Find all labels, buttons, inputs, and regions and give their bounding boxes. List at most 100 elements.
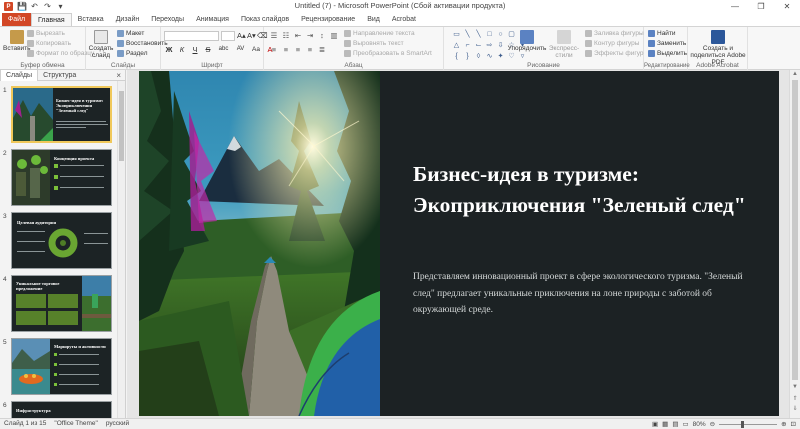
align-left-icon[interactable]: ≡: [270, 45, 278, 54]
text-direction-button[interactable]: Направление текста: [344, 29, 415, 38]
line-shape-icon[interactable]: ╲: [463, 30, 472, 39]
more-shapes-icon[interactable]: ▿: [518, 52, 527, 61]
elbow-shape-icon[interactable]: ⌙: [474, 41, 483, 50]
bullets-icon[interactable]: ☰: [270, 31, 278, 40]
font-size-input[interactable]: [221, 31, 235, 41]
tab-review[interactable]: Рецензирование: [295, 13, 361, 26]
tab-slides[interactable]: Слайды: [0, 69, 39, 81]
distribute-icon[interactable]: ≣: [318, 45, 326, 54]
close-button[interactable]: ✕: [774, 0, 800, 13]
format-painter-button[interactable]: Формат по образцу: [27, 49, 94, 58]
powerpoint-app-icon[interactable]: P: [4, 2, 13, 11]
layout-button[interactable]: Макет: [117, 29, 144, 38]
shadow-button[interactable]: abc: [217, 45, 230, 54]
oval-shape-icon[interactable]: ○: [496, 30, 505, 39]
slide-thumbnail-6[interactable]: Инфраструктура: [11, 401, 112, 418]
normal-view-icon[interactable]: ▣: [652, 420, 658, 428]
scroll-up-arrow-icon[interactable]: ▲: [790, 71, 800, 77]
replace-button[interactable]: Заменить: [648, 39, 686, 48]
zoom-level[interactable]: 80%: [693, 421, 706, 428]
brace-shape-icon[interactable]: {: [452, 52, 461, 61]
fit-slide-icon[interactable]: ⊡: [791, 420, 796, 428]
scroll-down-arrow-icon[interactable]: ▼: [790, 384, 800, 390]
tab-file[interactable]: Файл: [2, 13, 31, 26]
brace-shape-icon[interactable]: }: [463, 52, 472, 61]
char-spacing-button[interactable]: AV: [235, 45, 246, 54]
justify-icon[interactable]: ≡: [306, 45, 314, 54]
decrease-indent-icon[interactable]: ⇤: [294, 31, 302, 40]
textbox-shape-icon[interactable]: ▭: [452, 30, 461, 39]
heart-shape-icon[interactable]: ♡: [507, 52, 516, 61]
line-spacing-icon[interactable]: ↕: [318, 31, 326, 40]
slide-thumbnail-4[interactable]: Уникальное торговое предложение: [11, 275, 112, 332]
slide-scrollbar-thumb[interactable]: [792, 80, 798, 380]
panel-scrollbar[interactable]: [117, 81, 125, 418]
slide-thumbnail-2[interactable]: Концепция проекта: [11, 149, 112, 206]
zoom-in-icon[interactable]: ⊕: [781, 420, 786, 428]
align-right-icon[interactable]: ≡: [294, 45, 302, 54]
previous-slide-icon[interactable]: ⇑: [790, 395, 800, 402]
curve-shape-icon[interactable]: ∿: [485, 52, 494, 61]
tab-slide-show[interactable]: Показ слайдов: [235, 13, 295, 26]
tab-insert[interactable]: Вставка: [72, 13, 110, 26]
arrange-button[interactable]: Упорядочить: [508, 30, 546, 52]
zoom-slider[interactable]: [719, 420, 778, 428]
line-shape-icon[interactable]: ╲: [474, 30, 483, 39]
slide-sorter-icon[interactable]: ▦: [662, 420, 668, 428]
grow-font-icon[interactable]: A▴: [237, 31, 246, 40]
redo-icon[interactable]: ↷: [43, 2, 52, 11]
shape-effects-button[interactable]: Эффекты фигур: [585, 49, 644, 58]
callout-shape-icon[interactable]: ◊: [474, 52, 483, 61]
tab-home[interactable]: Главная: [31, 13, 72, 26]
numbering-icon[interactable]: ☷: [282, 31, 290, 40]
align-text-button[interactable]: Выровнять текст: [344, 39, 404, 48]
slide-thumbnail-3[interactable]: Целевая аудитория: [11, 212, 112, 269]
down-arrow-shape-icon[interactable]: ⇩: [496, 41, 505, 50]
save-icon[interactable]: 💾: [17, 2, 27, 11]
tab-outline[interactable]: Структура: [38, 70, 81, 81]
slideshow-icon[interactable]: ▭: [682, 420, 688, 428]
change-case-button[interactable]: Aa: [251, 45, 261, 54]
copy-button[interactable]: Копировать: [27, 39, 71, 48]
rectangle-shape-icon[interactable]: □: [485, 30, 494, 39]
section-button[interactable]: Раздел: [117, 49, 147, 58]
tab-view[interactable]: Вид: [361, 13, 386, 26]
underline-button[interactable]: Ч: [191, 45, 199, 54]
shape-fill-button[interactable]: Заливка фигуры: [585, 29, 644, 38]
select-button[interactable]: Выделить: [648, 49, 687, 58]
close-icon[interactable]: ×: [116, 70, 121, 81]
triangle-shape-icon[interactable]: △: [452, 41, 461, 50]
strikethrough-button[interactable]: S: [204, 45, 212, 54]
language-indicator[interactable]: русский: [102, 419, 133, 429]
current-slide[interactable]: Бизнес-идея в туризме: Экоприключения "З…: [139, 71, 779, 416]
corner-shape-icon[interactable]: ⌐: [463, 41, 472, 50]
increase-indent-icon[interactable]: ⇥: [306, 31, 314, 40]
undo-icon[interactable]: ↶: [30, 2, 39, 11]
align-center-icon[interactable]: ≡: [282, 45, 290, 54]
cut-button[interactable]: Вырезать: [27, 29, 65, 38]
italic-button[interactable]: К: [178, 45, 186, 54]
star-shape-icon[interactable]: ✦: [496, 52, 505, 61]
panel-scrollbar-thumb[interactable]: [119, 91, 124, 161]
zoom-out-icon[interactable]: ⊖: [710, 420, 715, 428]
slide-thumbnail-5[interactable]: Маршруты и активности: [11, 338, 112, 395]
create-pdf-button[interactable]: Создать и поделиться Adobe PDF: [690, 30, 746, 66]
slide-thumbnail-1[interactable]: Бизнес-идея в туризме: Экоприключения "З…: [11, 86, 112, 143]
next-slide-icon[interactable]: ⇓: [790, 405, 800, 412]
smartart-button[interactable]: Преобразовать в SmartArt: [344, 49, 432, 58]
new-slide-button[interactable]: Создать слайд: [89, 30, 113, 59]
shrink-font-icon[interactable]: A▾: [247, 31, 256, 40]
font-family-input[interactable]: [164, 31, 219, 41]
tab-design[interactable]: Дизайн: [110, 13, 146, 26]
columns-icon[interactable]: ▥: [330, 31, 338, 40]
zoom-slider-thumb[interactable]: [741, 420, 745, 428]
shape-outline-button[interactable]: Контур фигуры: [585, 39, 639, 48]
slide-title[interactable]: Бизнес-идея в туризме: Экоприключения "З…: [413, 159, 763, 221]
customize-qat-icon[interactable]: ▾: [56, 2, 65, 11]
bold-button[interactable]: Ж: [165, 45, 173, 54]
slide-body-text[interactable]: Представляем инновационный проект в сфер…: [413, 269, 763, 319]
tab-acrobat[interactable]: Acrobat: [386, 13, 422, 26]
tab-animations[interactable]: Анимация: [190, 13, 235, 26]
reading-view-icon[interactable]: ▤: [672, 420, 678, 428]
minimize-button[interactable]: —: [722, 0, 748, 13]
